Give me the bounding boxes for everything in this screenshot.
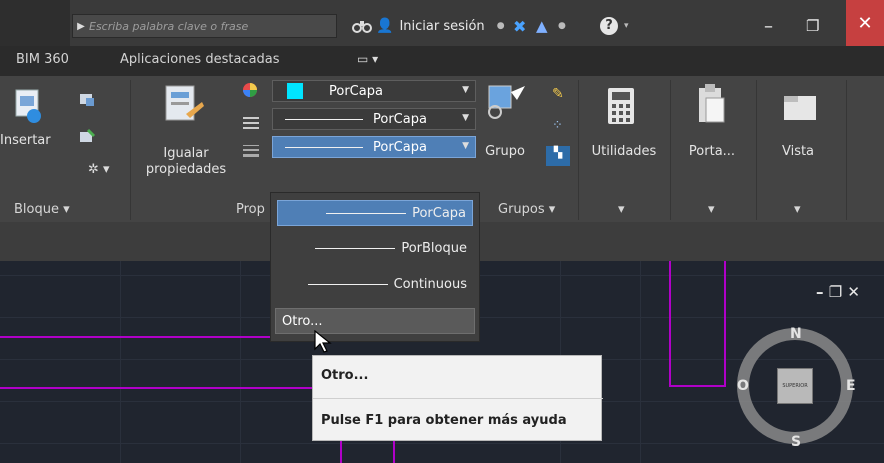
compass-south[interactable]: S bbox=[791, 434, 801, 450]
drawing-line bbox=[340, 441, 342, 463]
properties-panel-title[interactable]: Prop bbox=[236, 202, 265, 217]
tab-overflow-icon[interactable]: ▭ ▾ bbox=[357, 52, 378, 66]
tooltip-help: Pulse F1 para obtener más ayuda bbox=[321, 413, 567, 428]
search-expand-icon[interactable]: ▶ bbox=[73, 21, 89, 32]
grid-line bbox=[240, 261, 241, 463]
group-select-icon[interactable]: ▚ bbox=[546, 146, 570, 166]
quick-access-area bbox=[0, 0, 70, 46]
title-bar: ▶ Escriba palabra clave o frase 👤 Inicia… bbox=[0, 0, 884, 46]
groups-panel-title[interactable]: Grupos ▾ bbox=[498, 202, 555, 217]
viewcube-face-label: SUPERIOR bbox=[782, 383, 808, 389]
lineweight-icon bbox=[243, 142, 259, 162]
viewcube[interactable]: SUPERIOR N O E S bbox=[731, 322, 859, 450]
lineweight-dropdown-list[interactable]: PorCapa PorBloque Continuous Otro... bbox=[270, 192, 480, 342]
tooltip-divider bbox=[313, 398, 603, 399]
tooltip: Otro... Pulse F1 para obtener más ayuda bbox=[312, 355, 603, 441]
drawing-line bbox=[0, 336, 270, 338]
compass-north[interactable]: N bbox=[790, 326, 802, 342]
help-button[interactable]: ? ▾ bbox=[600, 14, 629, 38]
compass-west[interactable]: O bbox=[737, 378, 749, 394]
grid-line bbox=[640, 261, 641, 463]
chevron-down-icon[interactable]: ● bbox=[558, 14, 566, 38]
view-label[interactable]: Vista bbox=[766, 144, 830, 159]
signin-label: Iniciar sesión bbox=[399, 18, 485, 34]
color-combo[interactable]: PorCapa ▼ bbox=[272, 80, 476, 102]
chevron-down-icon: ▾ bbox=[624, 21, 629, 31]
dropdown-item[interactable]: PorCapa bbox=[277, 200, 473, 226]
viewport-controls[interactable]: – ❐ ✕ bbox=[816, 283, 860, 301]
drawing-line bbox=[669, 261, 671, 387]
compass-east[interactable]: E bbox=[846, 378, 856, 394]
chevron-down-icon: ▼ bbox=[462, 85, 469, 95]
group-edit-icon[interactable]: ⁘ bbox=[552, 118, 563, 133]
insert-block-icon[interactable] bbox=[12, 86, 46, 130]
user-icon: 👤 bbox=[376, 18, 394, 34]
help-icon: ? bbox=[600, 17, 618, 35]
ribbon-tabs: BIM 360 Aplicaciones destacadas ▭ ▾ bbox=[0, 46, 884, 76]
color-swatch bbox=[287, 83, 303, 99]
drawing-line bbox=[0, 387, 315, 389]
dropdown-item-label: PorBloque bbox=[401, 240, 467, 256]
dropdown-item-label: PorCapa bbox=[412, 205, 466, 221]
autodesk-app-icon[interactable]: ▲ bbox=[536, 14, 548, 38]
chevron-down-icon[interactable]: ▾ bbox=[708, 202, 715, 217]
dropdown-item[interactable]: Continuous bbox=[277, 271, 473, 297]
calculator-icon[interactable] bbox=[606, 86, 636, 130]
panel-separator bbox=[756, 80, 757, 220]
viewcube-face[interactable]: SUPERIOR bbox=[777, 368, 813, 404]
line-sample bbox=[307, 283, 388, 285]
match-properties-label[interactable]: Igualar propiedades bbox=[136, 146, 236, 178]
panel-separator bbox=[670, 80, 671, 220]
linetype-icon bbox=[243, 114, 259, 134]
search-input[interactable]: ▶ Escriba palabra clave o frase bbox=[72, 14, 337, 38]
panel-separator bbox=[846, 80, 847, 220]
utilities-label[interactable]: Utilidades bbox=[582, 144, 666, 159]
tooltip-title: Otro... bbox=[321, 368, 369, 383]
block-panel-title[interactable]: Bloque ▾ bbox=[14, 202, 70, 217]
dropdown-item[interactable]: PorBloque bbox=[277, 235, 473, 261]
tab-bim360[interactable]: BIM 360 bbox=[16, 52, 69, 67]
group-label[interactable]: Grupo bbox=[480, 144, 530, 159]
chevron-down-icon[interactable]: ▾ bbox=[794, 202, 801, 217]
drawing-line bbox=[724, 261, 726, 387]
color-wheel-icon bbox=[242, 82, 258, 102]
search-placeholder: Escriba palabra clave o frase bbox=[89, 19, 249, 33]
color-value: PorCapa bbox=[329, 83, 383, 99]
exchange-icon[interactable]: ✖ bbox=[513, 14, 526, 38]
restore-button[interactable]: ❐ bbox=[806, 14, 819, 38]
clipboard-icon[interactable] bbox=[696, 82, 726, 130]
dropdown-other-item[interactable]: Otro... bbox=[275, 308, 475, 334]
drawing-line bbox=[393, 441, 395, 463]
view-icon[interactable] bbox=[782, 92, 818, 126]
minimize-button[interactable]: – bbox=[764, 14, 773, 38]
close-button[interactable]: ✕ bbox=[846, 0, 884, 46]
match-properties-icon[interactable] bbox=[162, 84, 206, 132]
group-icon[interactable] bbox=[487, 82, 527, 126]
chevron-down-icon: ● bbox=[496, 21, 505, 31]
lineweight-value: PorCapa bbox=[373, 139, 427, 155]
ungroup-icon[interactable]: ✎ bbox=[552, 86, 564, 102]
drawing-line bbox=[669, 385, 726, 387]
insert-label[interactable]: Insertar bbox=[0, 133, 51, 148]
signin-button[interactable]: 👤 Iniciar sesión ● bbox=[376, 14, 505, 38]
tab-featured-apps[interactable]: Aplicaciones destacadas bbox=[120, 52, 280, 67]
edit-block-icon[interactable] bbox=[78, 128, 96, 148]
clipboard-label[interactable]: Porta... bbox=[680, 144, 744, 159]
block-attributes-icon[interactable]: ✲ ▾ bbox=[88, 162, 110, 177]
line-sample bbox=[315, 247, 396, 249]
create-block-icon[interactable] bbox=[78, 92, 96, 112]
binoculars-icon[interactable] bbox=[352, 14, 372, 38]
mouse-cursor-icon bbox=[314, 329, 332, 358]
dropdown-item-label: Continuous bbox=[393, 276, 467, 292]
panel-separator bbox=[578, 80, 579, 220]
linetype-value: PorCapa bbox=[373, 111, 427, 127]
linetype-combo[interactable]: PorCapa ▼ bbox=[272, 108, 476, 130]
chevron-down-icon[interactable]: ▾ bbox=[618, 202, 625, 217]
panel-separator bbox=[130, 80, 131, 220]
grid-line bbox=[120, 261, 121, 463]
chevron-down-icon: ▼ bbox=[462, 141, 469, 151]
line-sample bbox=[326, 212, 407, 214]
lineweight-combo[interactable]: PorCapa ▼ bbox=[272, 136, 476, 158]
chevron-down-icon: ▼ bbox=[462, 113, 469, 123]
